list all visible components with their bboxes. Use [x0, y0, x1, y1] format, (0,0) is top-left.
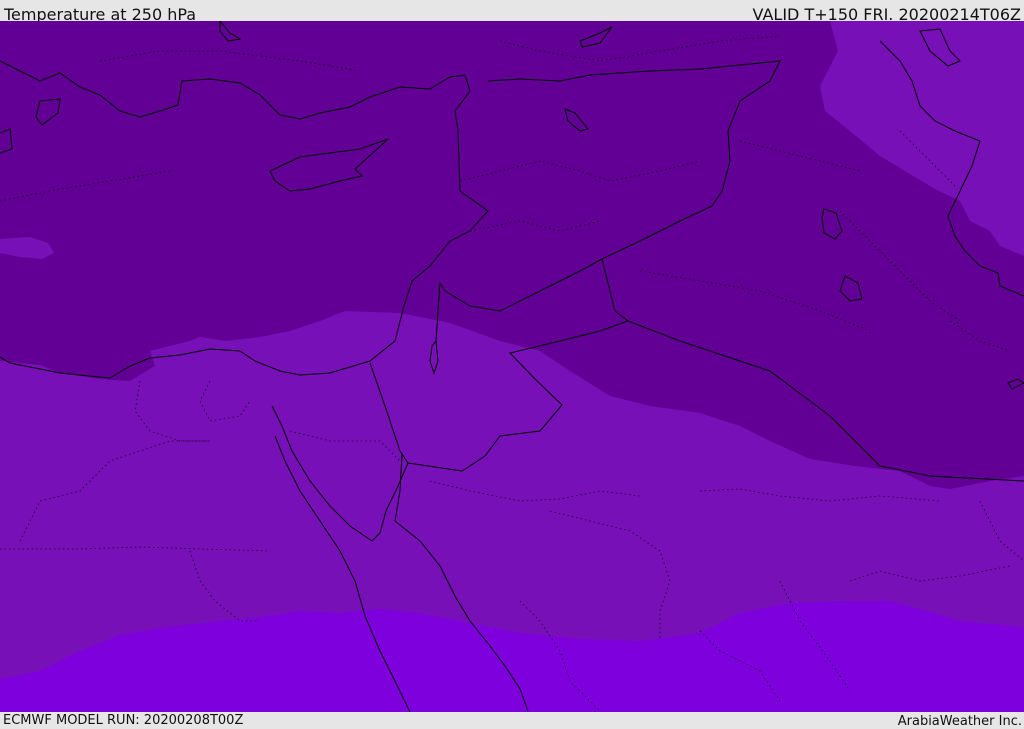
map-canvas — [0, 21, 1024, 712]
footer-bar: ECMWF MODEL RUN: 20200208T00Z ArabiaWeat… — [0, 712, 1024, 729]
header-bar: Temperature at 250 hPa VALID T+150 FRI. … — [0, 0, 1024, 24]
model-run-label: ECMWF MODEL RUN: 20200208T00Z — [3, 713, 244, 728]
credit-label: ArabiaWeather Inc. — [897, 714, 1022, 729]
temperature-map — [0, 21, 1024, 712]
weather-map-frame: Temperature at 250 hPa VALID T+150 FRI. … — [0, 0, 1024, 729]
